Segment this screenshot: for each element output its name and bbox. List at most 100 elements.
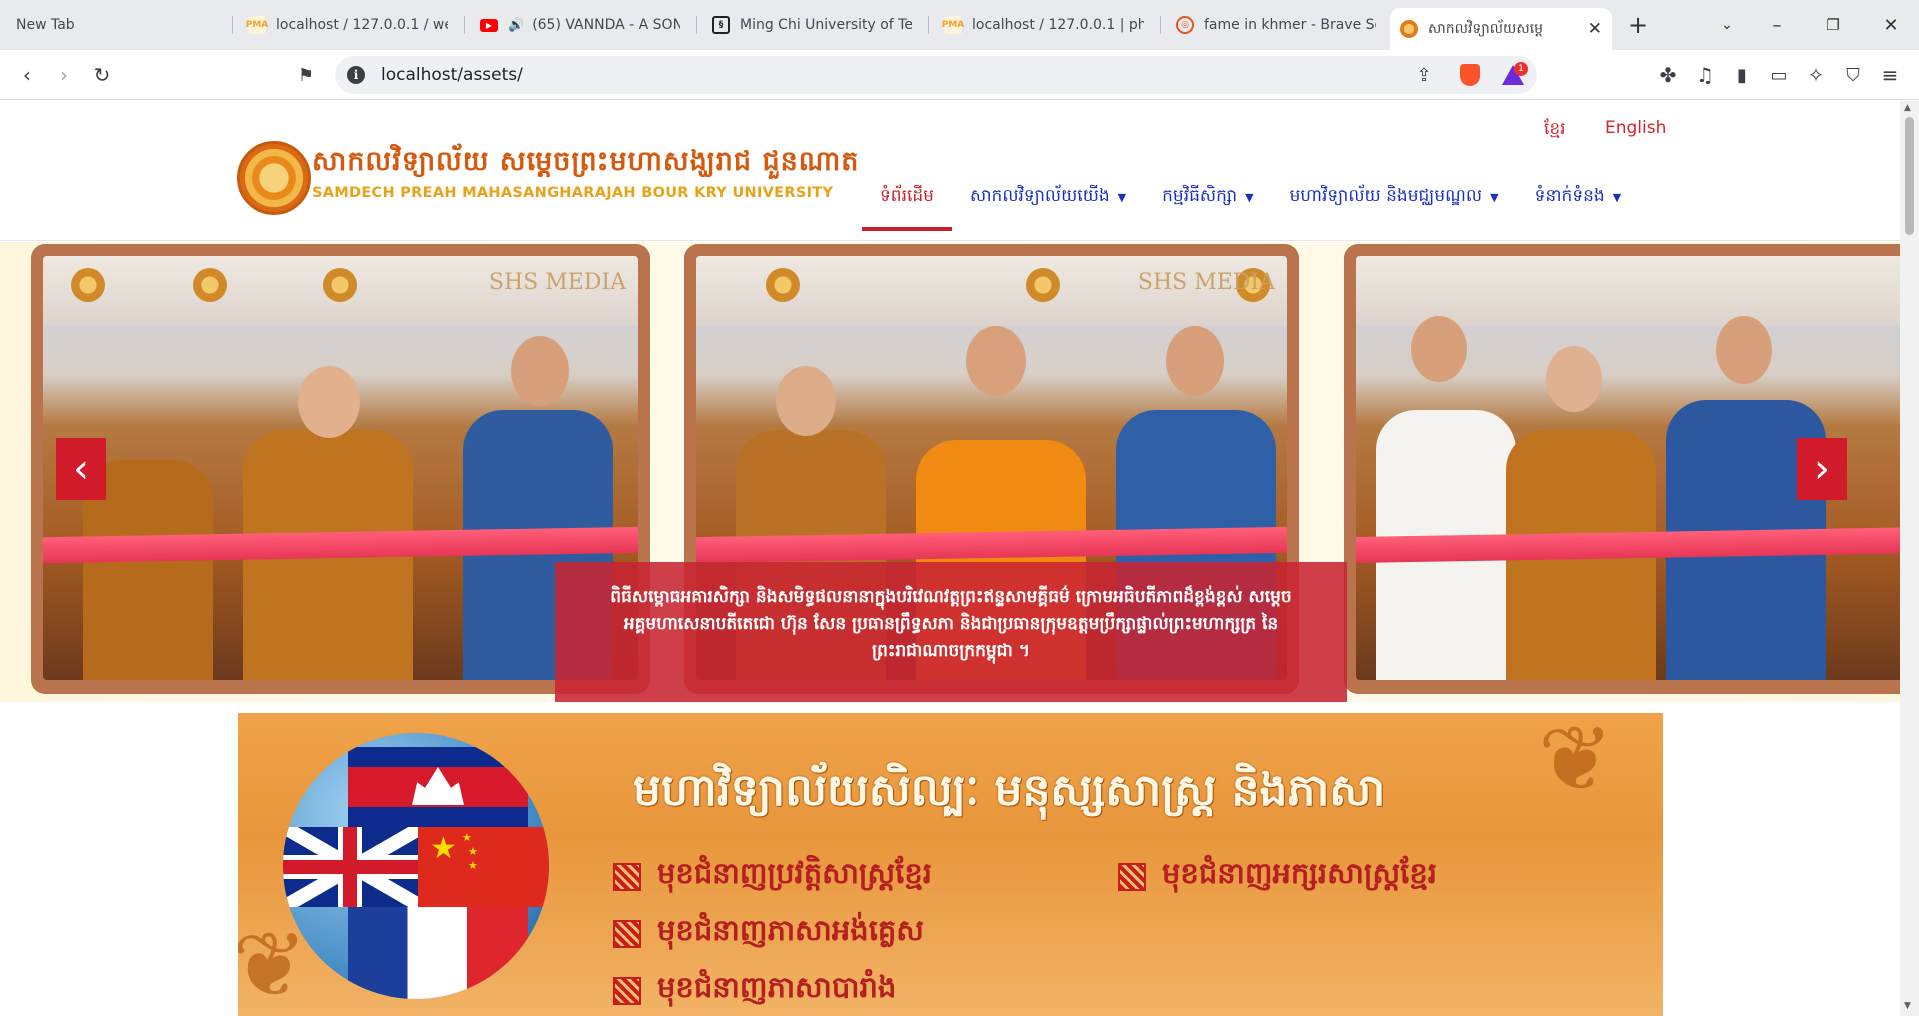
nav-label: សាកលវិទ្យាល័យយើង: [969, 186, 1110, 206]
brave-rewards-icon[interactable]: 1: [1498, 60, 1528, 90]
logo-khmer-text[interactable]: សាកលវិទ្យាល័យ សម្ដេចព្រះមហាសង្ឃរាជ ជួនណា…: [312, 145, 859, 184]
back-arrow-icon[interactable]: ‹: [12, 60, 42, 90]
tab-separator: [464, 16, 465, 34]
close-tab-icon[interactable]: ✕: [1580, 19, 1602, 39]
major-label: មុខជំនាញភាសាបារាំង: [657, 970, 897, 1004]
nav-home[interactable]: ទំព័រដើម: [862, 181, 952, 237]
uk-flag: [283, 827, 418, 907]
ornament-bullet-icon: [613, 920, 641, 948]
sidebar-icon[interactable]: ▮: [1727, 60, 1757, 90]
rewards-badge: 1: [1514, 62, 1528, 76]
nav-our-university[interactable]: សាកលវិទ្យាល័យយើង ▼: [952, 181, 1144, 237]
bookmark-icon[interactable]: ⚑: [291, 60, 321, 90]
tab-title: (65) VANNDA - A SON: [532, 17, 680, 33]
scrollbar-thumb[interactable]: [1905, 117, 1914, 235]
browser-toolbar: ‹ › ↻ ⚑ i localhost/assets/ ⇪ 1 ✤ ♫ ▮ ▭ …: [0, 50, 1919, 100]
emblem-icon: [1026, 268, 1060, 302]
tab-mcut[interactable]: § Ming Chi University of Te: [702, 8, 922, 42]
minimize-button[interactable]: –: [1762, 10, 1792, 40]
share-icon[interactable]: ⇪: [1409, 60, 1439, 90]
university-icon: [1400, 20, 1418, 38]
language-english-link[interactable]: English: [1605, 118, 1666, 138]
tab-phpmyadmin-php[interactable]: PMA localhost / 127.0.0.1 | php: [934, 8, 1154, 42]
tab-new-tab[interactable]: New Tab: [6, 8, 226, 42]
tab-title: fame in khmer - Brave Se: [1204, 17, 1376, 33]
tab-university-active[interactable]: សាកលវិទ្យាល័យសម្ដេ ✕: [1390, 8, 1612, 50]
extensions-puzzle-icon[interactable]: ✤: [1653, 60, 1683, 90]
leo-ai-icon[interactable]: ✧: [1801, 60, 1831, 90]
site-header: សាកលវិទ្យាល័យ សម្ដេចព្រះមហាសង្ឃរាជ ជួនណា…: [0, 101, 1900, 241]
logo-english-text[interactable]: SAMDECH PREAH MAHASANGHARAJAH BOUR KRY U…: [312, 185, 833, 201]
new-tab-button[interactable]: +: [1623, 10, 1653, 40]
nav-label: មហាវិទ្យាល័យ និងមជ្ឈមណ្ឌល: [1289, 186, 1483, 206]
tab-phpmyadmin-web[interactable]: PMA localhost / 127.0.0.1 / web: [238, 8, 458, 42]
caret-down-icon: ▼: [1117, 191, 1127, 204]
major-item[interactable]: មុខជំនាញអក្សរសាស្ត្រខ្មែរ: [1118, 856, 1437, 898]
tab-search-chevron-icon[interactable]: ⌄: [1712, 10, 1742, 40]
caret-down-icon: ▼: [1245, 191, 1254, 204]
nav-label: ទំនាក់ទំនង: [1534, 186, 1605, 206]
wallet-icon[interactable]: ▭: [1764, 60, 1794, 90]
caret-down-icon: ▼: [1612, 191, 1622, 204]
tab-separator: [1160, 16, 1161, 34]
nav-programs[interactable]: កម្មវិធីសិក្សា ▼: [1144, 181, 1271, 237]
menu-icon[interactable]: ≡: [1875, 60, 1905, 90]
ornament-bullet-icon: [1118, 863, 1146, 891]
forward-arrow-icon[interactable]: ›: [49, 60, 79, 90]
youtube-icon: ▶: [480, 18, 498, 32]
tab-brave-search[interactable]: ◎ fame in khmer - Brave Se: [1166, 8, 1386, 42]
brave-search-icon: ◎: [1176, 16, 1194, 34]
ornament-decoration: ❦: [1538, 713, 1614, 812]
tab-separator: [232, 16, 233, 34]
scroll-down-arrow-icon[interactable]: ▼: [1904, 1001, 1911, 1011]
address-bar[interactable]: i localhost/assets/: [335, 56, 1537, 94]
mcut-icon: §: [712, 16, 730, 34]
globe-flags-image: ★ ★ ★ ★: [283, 733, 549, 999]
url-text[interactable]: localhost/assets/: [381, 65, 523, 85]
page-scrollbar[interactable]: ▲ ▼: [1900, 101, 1919, 1016]
carousel-prev-button[interactable]: ‹: [56, 438, 106, 500]
restore-button[interactable]: ❐: [1818, 10, 1848, 40]
brave-shields-icon[interactable]: [1455, 60, 1485, 90]
tab-separator: [696, 16, 697, 34]
ornament-decoration: ❦: [238, 913, 308, 1016]
media-music-icon[interactable]: ♫: [1690, 60, 1720, 90]
tab-title: localhost / 127.0.0.1 | php: [972, 17, 1144, 33]
ornament-bullet-icon: [613, 977, 641, 1005]
cambodia-flag: [348, 747, 528, 827]
scroll-up-arrow-icon[interactable]: ▲: [1904, 103, 1911, 113]
university-seal-logo[interactable]: [237, 141, 311, 215]
window-close-button[interactable]: ✕: [1876, 10, 1906, 40]
tab-youtube[interactable]: ▶ 🔊 (65) VANNDA - A SON: [470, 8, 690, 42]
major-label: មុខជំនាញអក្សរសាស្ត្រខ្មែរ: [1162, 856, 1437, 890]
emblem-icon: [71, 268, 105, 302]
tab-separator: [928, 16, 929, 34]
major-item[interactable]: មុខជំនាញប្រវត្តិសាស្ត្រខ្មែរ: [613, 856, 932, 898]
watermark: SHS MEDIA: [488, 270, 626, 295]
image-carousel: SHS MEDIA SHS MEDIA ‹ › ពិធីសម្ពោធអគារសិ…: [0, 242, 1900, 702]
tab-title: សាកលវិទ្យាល័យសម្ដេ: [1428, 20, 1544, 37]
vpn-shield-icon[interactable]: ⛉: [1838, 60, 1868, 90]
speaker-icon[interactable]: 🔊: [508, 18, 524, 33]
nav-label: ទំព័រដើម: [880, 186, 934, 206]
reload-icon[interactable]: ↻: [87, 60, 117, 90]
major-label: មុខជំនាញភាសាអង់គ្លេស: [657, 913, 924, 947]
watermark: SHS MEDIA: [1137, 270, 1275, 295]
faculty-title: មហាវិទ្យាល័យសិល្បៈ មនុស្សសាស្ត្រ និងភាសា: [633, 765, 1386, 816]
major-item[interactable]: មុខជំនាញភាសាបារាំង: [613, 970, 896, 1012]
main-navigation: ទំព័រដើម សាកលវិទ្យាល័យយើង ▼ កម្មវិធីសិក្…: [862, 181, 1639, 237]
nav-label: កម្មវិធីសិក្សា: [1162, 186, 1238, 206]
browser-tab-strip: New Tab PMA localhost / 127.0.0.1 / web …: [0, 0, 1919, 50]
phpmyadmin-icon: PMA: [246, 16, 268, 34]
major-item[interactable]: មុខជំនាញភាសាអង់គ្លេស: [613, 913, 924, 955]
phpmyadmin-icon: PMA: [942, 16, 964, 34]
language-khmer-link[interactable]: ខ្មែរ: [1544, 118, 1566, 143]
nav-contact[interactable]: ទំនាក់ទំនង ▼: [1517, 181, 1640, 237]
tab-title: localhost / 127.0.0.1 / web: [276, 17, 448, 33]
carousel-next-button[interactable]: ›: [1797, 438, 1847, 500]
ribbon-cutting-photo: SHS MEDIA: [43, 256, 638, 680]
emblem-icon: [193, 268, 227, 302]
nav-faculties-centers[interactable]: មហាវិទ្យាល័យ និងមជ្ឈមណ្ឌល ▼: [1272, 181, 1517, 237]
faculty-banner[interactable]: ❦ ❦ ★ ★ ★ ★ មហាវិទ្យាល័យសិល្បៈ មនុស្សសាស…: [238, 713, 1663, 1016]
site-info-icon[interactable]: i: [347, 66, 365, 84]
